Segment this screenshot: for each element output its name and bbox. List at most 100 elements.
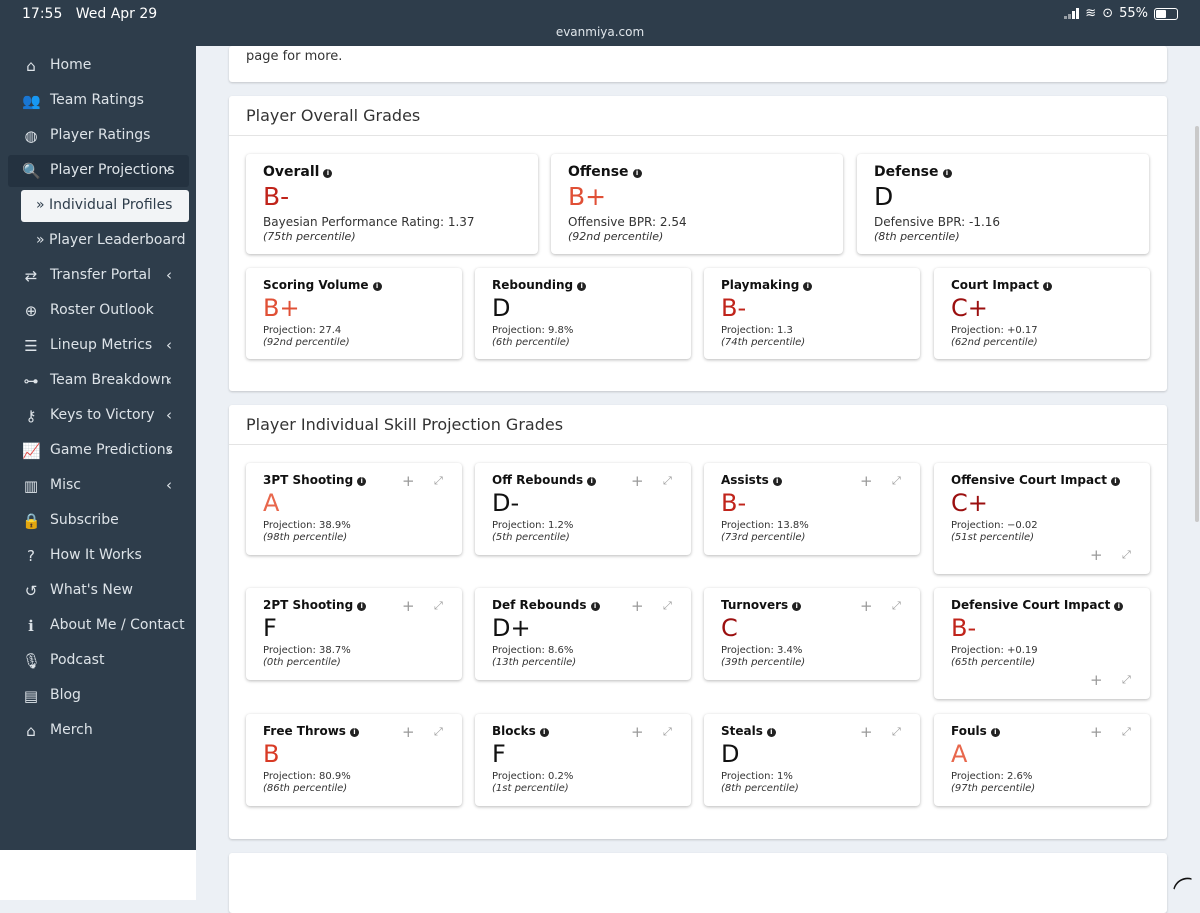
info-icon[interactable]: i [539,728,549,737]
expand-icon[interactable]: ⤢ [892,474,901,488]
add-icon[interactable]: + [1090,546,1103,564]
sidebar-item-how-it-works[interactable]: ? How It Works [0,540,196,572]
info-icon[interactable]: i [766,728,776,737]
projection-value: Projection: 1.3 [721,325,793,336]
info-icon[interactable]: i [587,477,597,486]
grade-card-title: Defense i [874,164,952,180]
expand-icon[interactable]: ⤢ [892,725,901,739]
add-icon[interactable]: + [631,723,644,741]
add-icon[interactable]: + [860,597,873,615]
grade-card-steals: Steals i D Projection: 1% (8th percentile) + ⤢ [704,714,920,806]
sidebar-item-merch[interactable]: ⌂ Merch [0,715,196,747]
expand-icon[interactable]: ⤢ [434,474,443,488]
percentile-value: (8th percentile) [721,783,799,794]
add-icon[interactable]: + [860,472,873,490]
add-icon[interactable]: + [402,597,415,615]
sidebar-item-roster-outlook[interactable]: ⊕ Roster Outlook [0,295,196,327]
info-icon[interactable]: i [632,169,642,178]
home-icon: ⌂ [26,57,36,75]
scrollbar[interactable] [1195,126,1199,522]
letter-grade: C+ [951,294,988,322]
grade-card-assists: Assists i B- Projection: 13.8% (73rd percent… [704,463,920,555]
expand-icon[interactable]: ⤢ [663,474,672,488]
overall-grades-title: Player Overall Grades [246,106,421,125]
grade-card-offense: Offense i B+ Offensive BPR: 2.54 (92nd perce… [551,154,843,254]
percentile-value: (73rd percentile) [721,532,806,543]
info-icon[interactable]: i [803,282,813,291]
sidebar-item-lineup-metrics[interactable]: ☰ Lineup Metrics ‹ [0,330,196,362]
percentile-value: (65th percentile) [951,657,1036,668]
sidebar-item-transfer-portal[interactable]: ⇄ Transfer Portal ‹ [0,260,196,292]
info-icon[interactable]: i [577,282,587,291]
skill-grades-box: Player Individual Skill Projection Grade… [229,405,1167,839]
store-icon: ⌂ [26,722,36,740]
url-display[interactable]: evanmiya.com [0,25,1200,39]
projection-value: Projection: 2.6% [951,771,1033,782]
expand-icon[interactable]: ⤢ [892,599,901,613]
grade-card-scoring-volume: Scoring Volume i B+ Projection: 27.4 (92nd p… [246,268,462,359]
grade-card-title: Def Rebounds i [492,598,600,612]
expand-icon[interactable]: ⤢ [434,599,443,613]
double-chevron-right-icon: » [36,197,50,213]
sidebar-item-home[interactable]: ⌂ Home [0,50,196,82]
info-icon[interactable]: i [357,477,367,486]
info-icon[interactable]: i [792,602,802,611]
percentile-value: (8th percentile) [874,230,960,243]
battery-percent: 55% [1119,6,1148,21]
info-icon[interactable]: i [357,602,367,611]
sidebar-item-label: Subscribe [50,512,119,528]
projection-value: Projection: −0.02 [951,520,1038,531]
projection-value: Projection: 0.2% [492,771,574,782]
letter-grade: F [263,614,277,642]
sidebar-item-about-me-contact[interactable]: ℹ About Me / Contact [0,610,196,642]
add-icon[interactable]: + [860,723,873,741]
sidebar-item-player-projections[interactable]: 🔍 Player Projections ‹ [8,155,189,187]
info-icon[interactable]: i [372,282,382,291]
add-icon[interactable]: + [402,472,415,490]
bar-chart-icon: ▥ [23,477,39,495]
info-icon[interactable]: i [772,477,782,486]
add-icon[interactable]: + [631,472,644,490]
sidebar-subitem-player-leaderboard[interactable]: » Player Leaderboard [21,225,189,257]
sidebar-item-podcast[interactable]: 🎙 Podcast [0,645,196,677]
letter-grade: B [263,740,280,768]
expand-icon[interactable]: ⤢ [434,725,443,739]
battery-icon [1154,7,1178,20]
sidebar-subitem-individual-profiles[interactable]: » Individual Profiles [21,190,189,222]
letter-grade: B- [263,182,290,211]
letter-grade: A [263,489,280,517]
info-icon[interactable]: i [1110,477,1120,486]
expand-icon[interactable]: ⤢ [663,599,672,613]
sidebar-item-label: Merch [50,722,93,738]
sidebar-item-player-ratings[interactable]: ◍ Player Ratings [0,120,196,152]
grade-card-title: Steals i [721,724,776,738]
info-icon[interactable]: i [1042,282,1052,291]
sidebar-item-label: Player Ratings [50,127,151,143]
sidebar-item-misc[interactable]: ▥ Misc ‹ [0,470,196,502]
info-icon[interactable]: i [990,728,1000,737]
sidebar-item-blog[interactable]: ▤ Blog [0,680,196,712]
add-icon[interactable]: + [1090,723,1103,741]
expand-icon[interactable]: ⤢ [663,725,672,739]
sidebar-item-team-breakdown[interactable]: ⊶ Team Breakdown ‹ [0,365,196,397]
info-icon[interactable]: i [323,169,333,178]
expand-icon[interactable]: ⤢ [1122,725,1131,739]
info-icon[interactable]: i [942,169,952,178]
grade-card-title: Off Rebounds i [492,473,597,487]
add-icon[interactable]: + [402,723,415,741]
expand-icon[interactable]: ⤢ [1122,673,1131,687]
info-icon[interactable]: i [590,602,600,611]
orientation-lock-icon: ⊙ [1102,6,1114,21]
percentile-value: (6th percentile) [492,337,570,348]
sidebar-item-label: Roster Outlook [50,302,154,318]
sidebar-item-team-ratings[interactable]: 👥 Team Ratings [0,85,196,117]
add-icon[interactable]: + [1090,671,1103,689]
add-icon[interactable]: + [631,597,644,615]
info-icon[interactable]: i [349,728,359,737]
sidebar-item-subscribe[interactable]: 🔒 Subscribe [0,505,196,537]
sidebar-item-what-s-new[interactable]: ↺ What's New [0,575,196,607]
expand-icon[interactable]: ⤢ [1122,548,1131,562]
sidebar-item-keys-to-victory[interactable]: ⚷ Keys to Victory ‹ [0,400,196,432]
sidebar-item-game-predictions[interactable]: 📈 Game Predictions ‹ [0,435,196,467]
info-icon[interactable]: i [1114,602,1124,611]
